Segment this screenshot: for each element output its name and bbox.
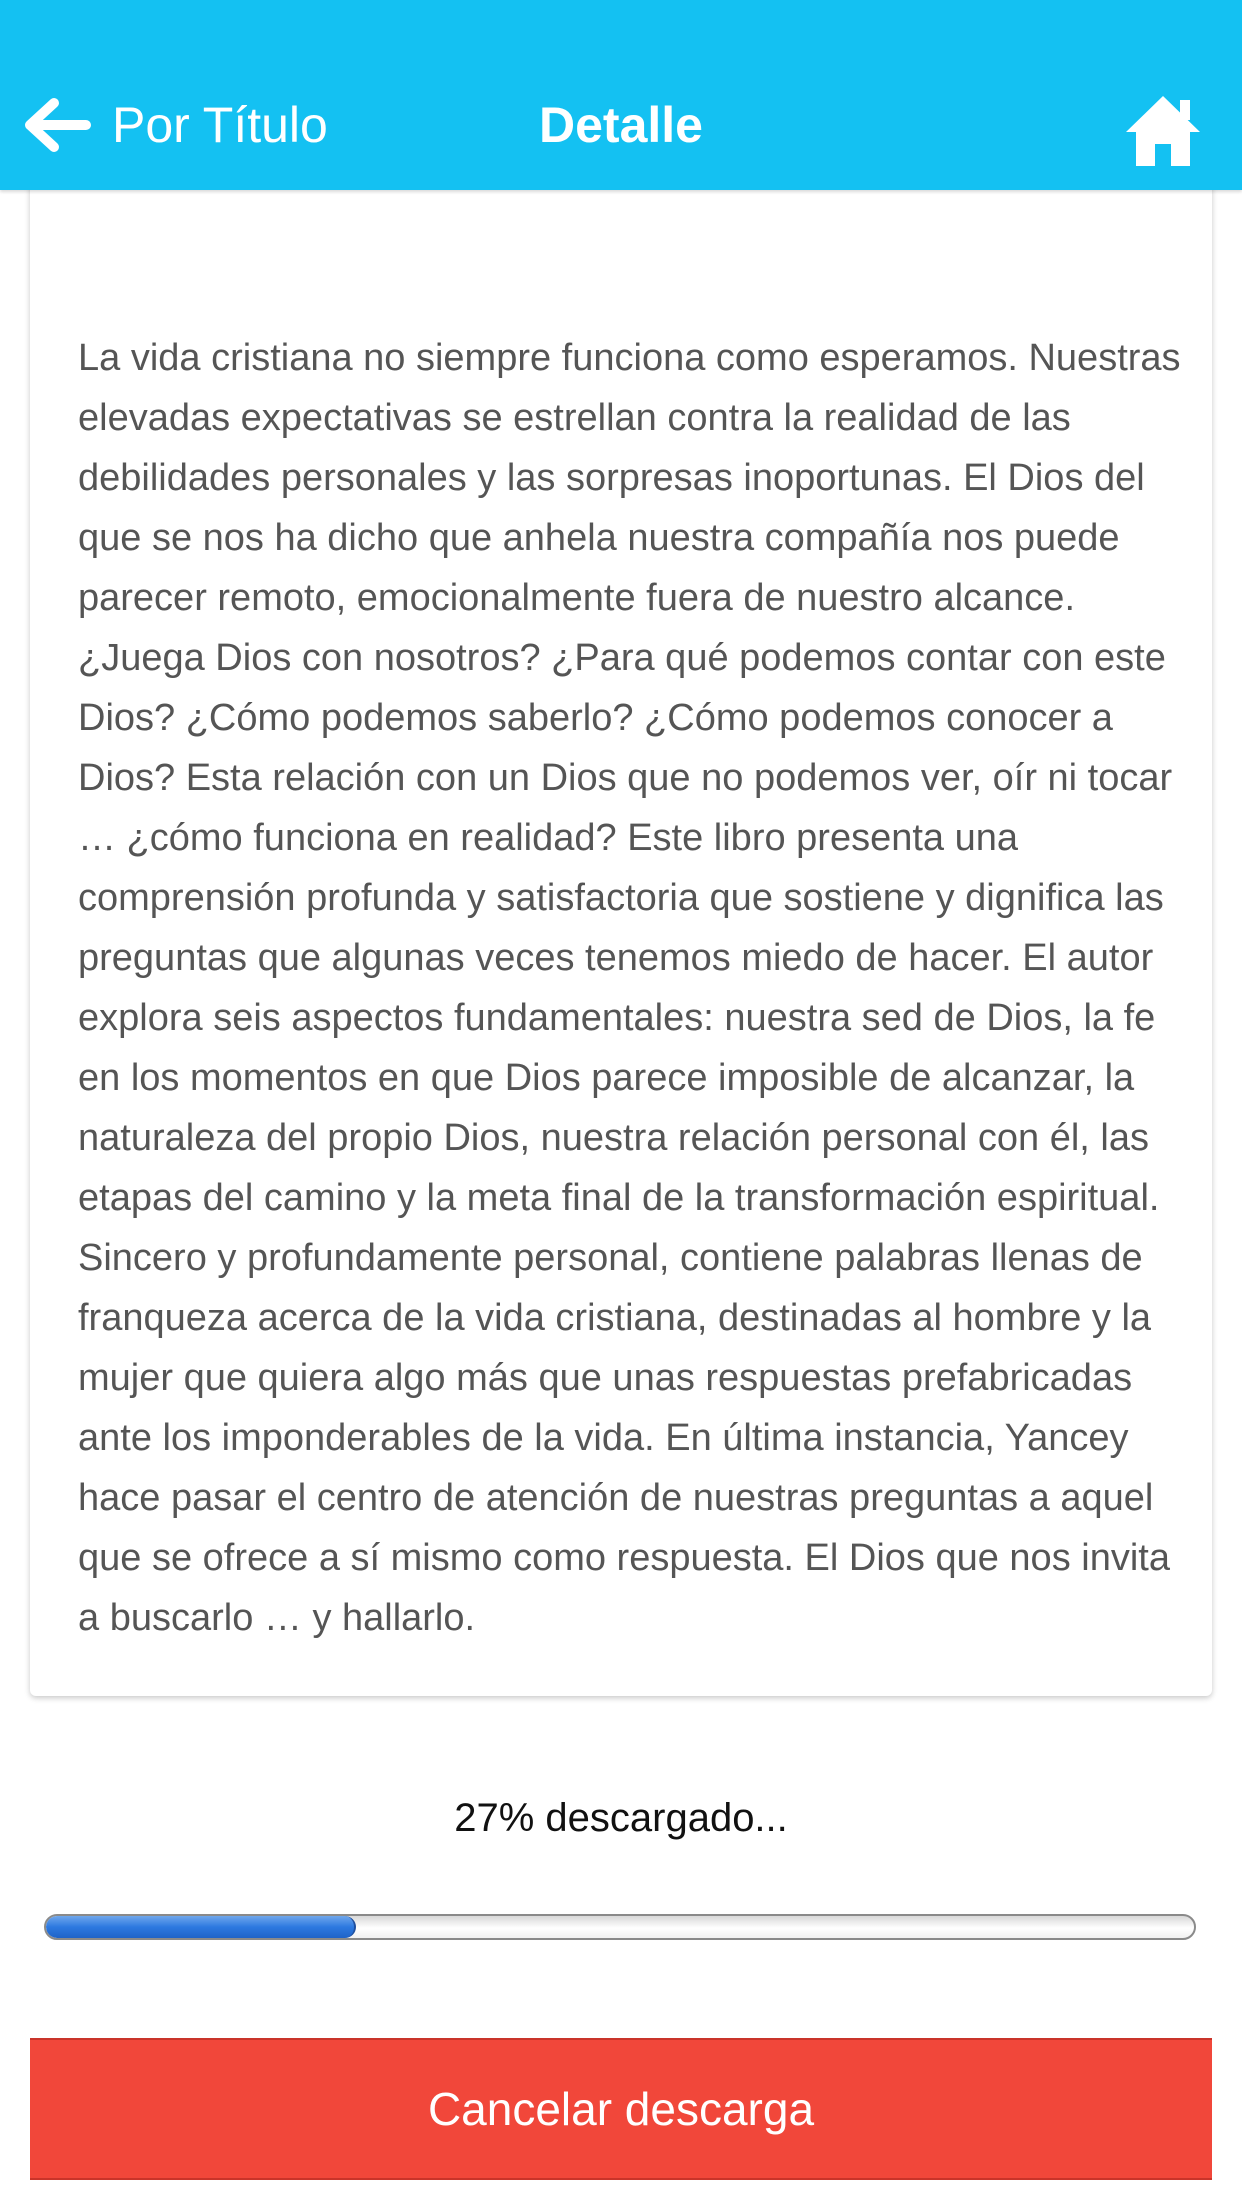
- download-progress-fill: [46, 1916, 356, 1938]
- book-description: La vida cristiana no siempre funciona co…: [78, 337, 1181, 1639]
- download-progress-bar: [44, 1914, 1196, 1940]
- home-button[interactable]: [1124, 92, 1202, 168]
- cancel-download-button[interactable]: Cancelar descarga: [30, 2038, 1212, 2180]
- description-card: La vida cristiana no siempre funciona co…: [30, 120, 1212, 1696]
- book-detail-screen: Por Título Detalle La vida cristiana no …: [0, 0, 1242, 2208]
- description-scroll-area[interactable]: La vida cristiana no siempre funciona co…: [78, 120, 1188, 1696]
- arrow-left-icon: [20, 97, 92, 153]
- home-icon: [1124, 92, 1202, 168]
- back-button-label: Por Título: [112, 97, 328, 153]
- navigation-bar: Por Título Detalle: [0, 0, 1242, 190]
- download-status: 27% descargado...: [454, 1796, 788, 1840]
- back-button[interactable]: Por Título: [20, 92, 328, 158]
